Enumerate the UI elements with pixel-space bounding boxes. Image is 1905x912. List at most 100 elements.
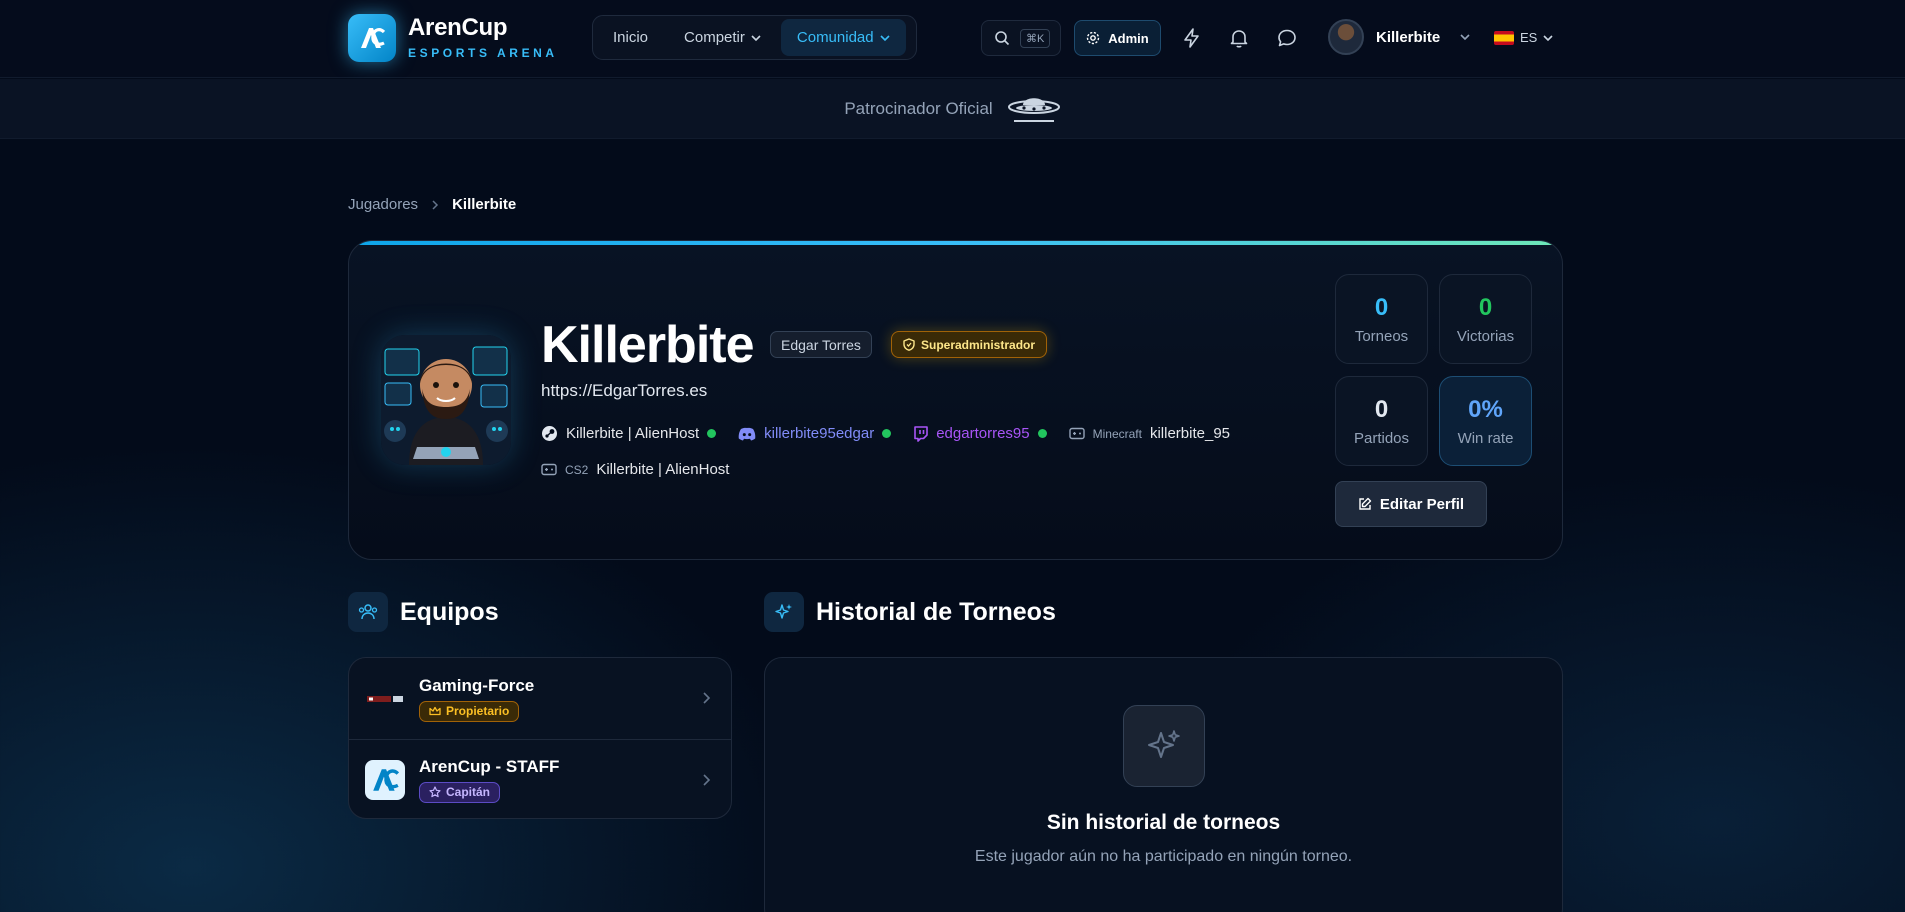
teams-heading: Equipos [348,592,499,632]
chevron-right-icon [432,199,439,210]
history-title: Historial de Torneos [816,597,1056,626]
brand-logo[interactable] [348,14,396,62]
search-shortcut: ⌘K [1020,28,1051,48]
edit-profile-label: Editar Perfil [1379,495,1465,513]
social-links: Killerbite | AlienHost killerbite95edgar… [541,425,1242,442]
chevron-right-icon [703,692,711,704]
edit-profile-button[interactable]: Editar Perfil [1335,481,1487,527]
search-icon [995,31,1010,46]
sponsor-label: Patrocinador Oficial [844,98,993,118]
tournament-history-panel: Sin historial de torneos Este jugador aú… [764,657,1563,912]
edit-icon [1359,497,1372,510]
brand[interactable]: ArenCup ESPORTS ARENA [408,14,558,60]
alienhost-logo-icon[interactable] [1007,91,1061,127]
star-icon [429,786,441,798]
website-link[interactable]: https://EdgarTorres.es [541,381,707,401]
nav-inicio-label: Inicio [613,29,649,46]
team-row[interactable]: ArenCup - STAFF Capitán [349,739,731,818]
breadcrumb: Jugadores Killerbite [348,196,516,213]
crown-icon [429,706,441,716]
discord-icon [738,427,756,440]
gaming-force-logo-icon [365,679,405,719]
gamepad-icon [1068,427,1085,440]
twitch-link[interactable]: edgartorres95 [913,425,1047,442]
sparkles-icon [1123,705,1205,787]
brand-tagline: ESPORTS ARENA [408,46,558,60]
player-avatar [381,335,511,465]
team-name: ArenCup - STAFF [419,756,560,776]
stat-partidos-value: 0 [1374,395,1389,423]
stat-winrate-label: Win rate [1457,429,1514,447]
top-navbar: ArenCup ESPORTS ARENA Inicio Competir Co… [0,0,1905,78]
real-name-pill: Edgar Torres [770,331,872,358]
stat-winrate-value: 0% [1468,395,1503,423]
nav-competir[interactable]: Competir [668,19,777,56]
language-selector[interactable]: ES [1494,30,1553,45]
role-badge: Superadministrador [891,331,1048,358]
player-name: Killerbite [541,316,754,374]
gear-icon [1087,31,1100,45]
arencup-staff-logo-icon [365,760,405,800]
teams-list: Gaming-Force Propietario ArenCup - STAFF… [348,657,732,819]
users-icon [348,592,388,632]
search-button[interactable]: ⌘K [981,20,1061,56]
chat-icon[interactable] [1275,26,1299,50]
breadcrumb-jugadores[interactable]: Jugadores [348,196,418,213]
minecraft-name: killerbite_95 [1149,425,1231,442]
stat-victorias-label: Victorias [1456,327,1515,345]
chevron-down-icon [880,34,890,41]
minecraft-link: Minecraft killerbite_95 [1068,425,1231,442]
verified-dot [707,429,717,438]
stat-victorias: 0 Victorias [1439,274,1532,364]
discord-link[interactable]: killerbite95edgar [738,425,892,442]
stat-winrate: 0% Win rate [1439,376,1532,466]
team-info: ArenCup - STAFF Capitán [419,757,559,804]
profile-card: Killerbite Edgar Torres Superadministrad… [348,240,1563,560]
language-code: ES [1520,30,1538,45]
chevron-down-icon [1460,34,1470,41]
twitch-name: edgartorres95 [936,425,1030,442]
spain-flag-icon [1494,30,1514,45]
cs2-label: CS2 [565,462,589,477]
steam-name: Killerbite | AlienHost [566,425,700,442]
shield-icon [903,338,915,351]
twitch-icon [914,425,929,442]
nav-inicio[interactable]: Inicio [597,19,664,56]
nav-competir-label: Competir [684,29,745,46]
lightning-icon[interactable] [1180,26,1204,50]
empty-state-title: Sin historial de torneos [1046,811,1281,834]
team-name: Gaming-Force [419,675,535,695]
admin-label: Admin [1108,30,1149,46]
user-avatar [1328,19,1364,55]
chevron-right-icon [703,774,711,786]
game-accounts: CS2 Killerbite | AlienHost [541,461,741,478]
history-heading: Historial de Torneos [764,592,1056,632]
user-menu[interactable]: Killerbite [1328,19,1470,55]
role-label: Superadministrador [921,337,1036,352]
brand-name: ArenCup [408,14,508,41]
stat-torneos: 0 Torneos [1335,274,1428,364]
team-role: Capitán [446,785,491,800]
captain-badge: Capitán [419,781,501,803]
cs2-name: Killerbite | AlienHost [596,461,730,478]
empty-state-subtitle: Este jugador aún no ha participado en ni… [974,848,1353,865]
verified-dot [1037,429,1047,438]
admin-button[interactable]: Admin [1074,20,1161,56]
minecraft-label: Minecraft [1092,426,1142,441]
gamepad-icon [541,463,557,476]
nav-comunidad[interactable]: Comunidad [780,19,906,56]
stat-partidos-label: Partidos [1353,429,1410,447]
chevron-down-icon [1543,34,1553,41]
owner-badge: Propietario [419,700,520,722]
chevron-down-icon [751,34,761,41]
stat-torneos-label: Torneos [1354,327,1409,345]
stat-victorias-value: 0 [1478,293,1493,321]
steam-link[interactable]: Killerbite | AlienHost [541,425,717,442]
team-info: Gaming-Force Propietario [419,676,534,722]
sparkles-icon [764,592,804,632]
nav-comunidad-label: Comunidad [796,29,874,46]
bell-icon[interactable] [1227,26,1251,50]
player-avatar-illustration-icon [381,335,511,465]
team-row[interactable]: Gaming-Force Propietario [349,658,731,739]
team-role: Propietario [446,704,510,718]
